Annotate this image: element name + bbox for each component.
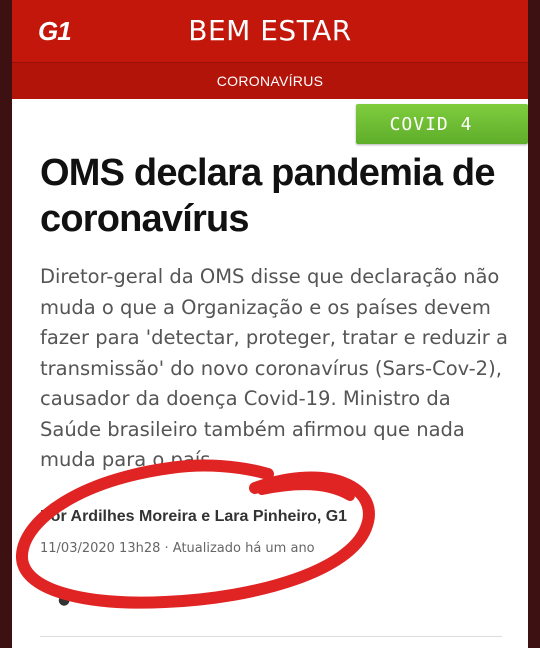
divider (40, 636, 502, 637)
covid-sticker-label: COVID 4 (389, 114, 473, 135)
article-byline: Por Ardilhes Moreira e Lara Pinheiro, G1 (40, 508, 348, 525)
article-headline: OMS declara pandemia de coronavírus (40, 152, 495, 240)
section-title[interactable]: BEM ESTAR (12, 14, 528, 47)
article-dateline: 11/03/2020 13h28 · Atualizado há um ano (40, 541, 315, 556)
topic-link[interactable]: CORONAVÍRUS (12, 73, 528, 89)
share-icon[interactable]: ● (58, 592, 70, 608)
top-header: G1 BEM ESTAR (12, 0, 528, 62)
article-summary: Diretor-geral da OMS disse que declaraçã… (40, 265, 508, 471)
covid-sticker: COVID 4 (356, 104, 528, 144)
article-page: G1 BEM ESTAR CORONAVÍRUS COVID 4 OMS dec… (12, 0, 528, 648)
topic-bar: CORONAVÍRUS (12, 62, 528, 99)
